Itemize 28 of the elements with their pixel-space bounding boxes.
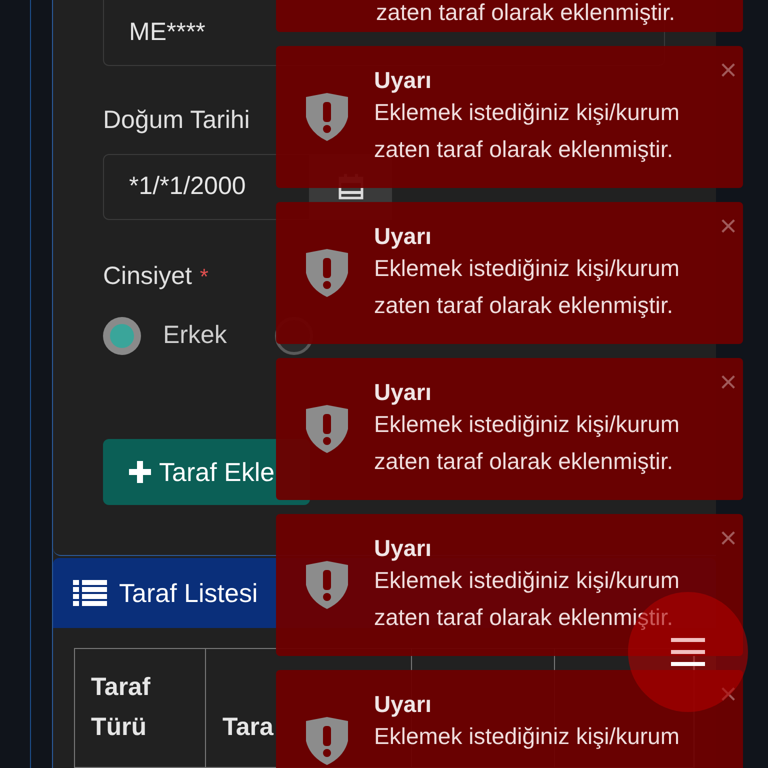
required-mark: *	[200, 262, 208, 291]
shield-warning-icon	[304, 249, 350, 297]
toast-message: Eklemek istediğiniz kişi/kurum zaten taraf olarak eklenmiştir.	[374, 566, 680, 632]
plus-icon	[129, 461, 151, 483]
toast-message: Eklemek istediğiniz kişi/kurum zaten taraf olarak eklenmiştir.	[374, 98, 680, 164]
list-icon	[73, 580, 107, 606]
close-button[interactable]: ×	[719, 524, 737, 554]
toast-message: Eklemek istediğiniz kişi/kurum zaten taraf olarak eklenmiştir.	[374, 410, 680, 476]
toast-title: Uyarı	[374, 378, 433, 406]
panel-title: Taraf Listesi	[119, 576, 258, 610]
menu-icon	[671, 638, 705, 666]
column-header: Taraf Türü	[75, 649, 206, 767]
field-label: Cinsiyet	[103, 260, 192, 292]
close-button[interactable]: ×	[719, 56, 737, 86]
toast-title: Uyarı	[374, 222, 433, 250]
toast-title: Uyarı	[374, 66, 433, 94]
shield-warning-icon	[304, 405, 350, 453]
shield-warning-icon	[304, 93, 350, 141]
shield-warning-icon	[304, 717, 350, 765]
shield-warning-icon	[304, 561, 350, 609]
close-button[interactable]: ×	[719, 212, 737, 242]
close-button[interactable]: ×	[719, 368, 737, 398]
toast-title: Uyarı	[374, 534, 433, 562]
radio-button[interactable]	[103, 317, 141, 355]
radio-label: Erkek	[163, 320, 227, 352]
toast-message: Eklemek istediğiniz kişi/kurum zaten taraf olarak eklenmiştir.	[374, 254, 680, 320]
close-button[interactable]: ×	[719, 680, 737, 710]
field-label: Doğum Tarihi	[103, 105, 250, 136]
